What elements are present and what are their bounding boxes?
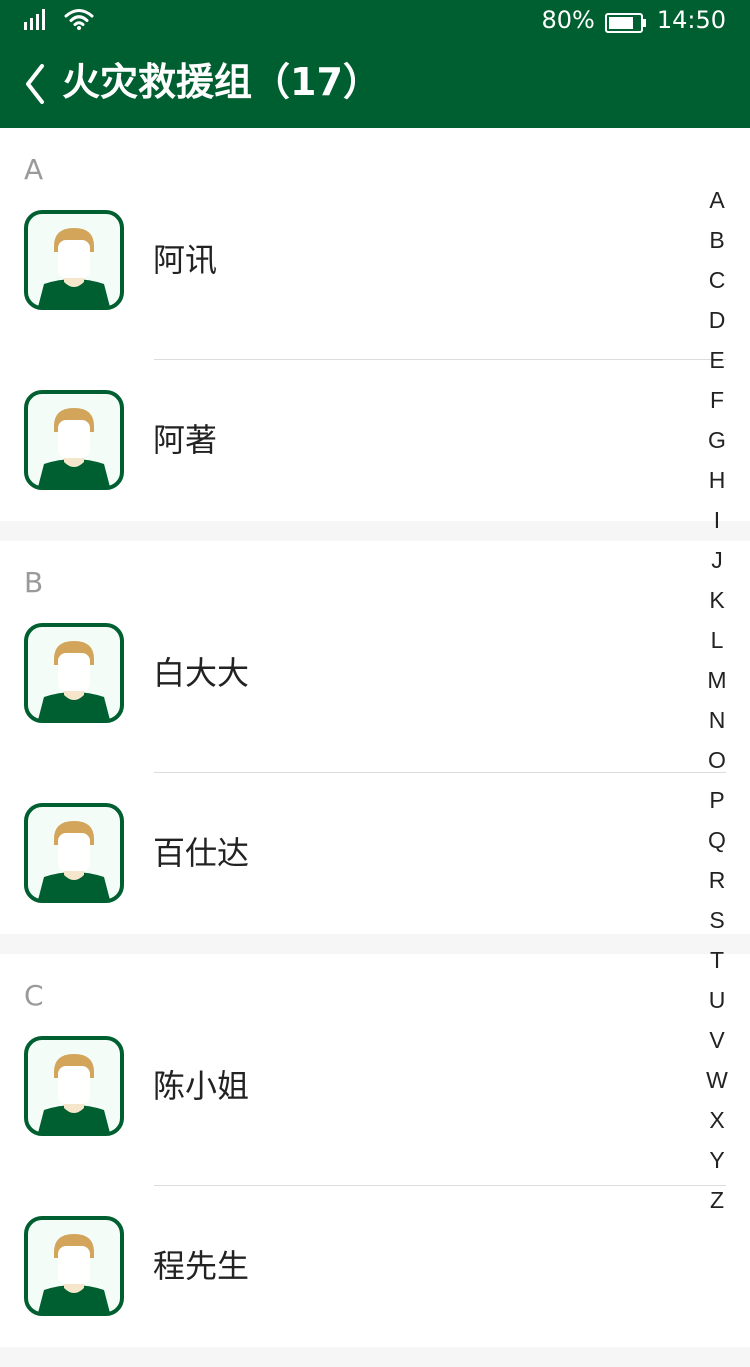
- status-right: 80% 14:50: [541, 5, 726, 35]
- contact-name: 程先生: [153, 1247, 250, 1285]
- index-letter-p[interactable]: P: [709, 780, 724, 820]
- index-letter-l[interactable]: L: [711, 620, 724, 660]
- index-letter-d[interactable]: D: [709, 300, 726, 340]
- index-letter-s[interactable]: S: [709, 900, 724, 940]
- index-letter-x[interactable]: X: [709, 1100, 724, 1140]
- index-letter-e[interactable]: E: [709, 340, 724, 380]
- index-letter-j[interactable]: J: [711, 540, 723, 580]
- battery-percent: 80%: [541, 6, 595, 34]
- avatar-icon: [24, 803, 124, 903]
- section-header: C: [0, 954, 750, 1026]
- section-header: B: [0, 541, 750, 613]
- index-letter-v[interactable]: V: [709, 1020, 724, 1060]
- contact-row[interactable]: 阿著: [0, 360, 750, 521]
- page-title: 火灾救援组（17）: [62, 60, 381, 104]
- index-letter-a[interactable]: A: [709, 180, 724, 220]
- signal-icon: [24, 9, 45, 30]
- index-letter-k[interactable]: K: [709, 580, 724, 620]
- avatar-icon: [24, 1036, 124, 1136]
- contact-list: A 阿讯 阿著 B 白大大 百仕达 C 陈小姐 程先生: [0, 128, 750, 1367]
- avatar-icon: [24, 623, 124, 723]
- section-b: B 白大大 百仕达: [0, 541, 750, 934]
- avatar-icon: [24, 210, 124, 310]
- index-letter-f[interactable]: F: [710, 380, 724, 420]
- section-c: C 陈小姐 程先生: [0, 954, 750, 1347]
- section-a: A 阿讯 阿著: [0, 128, 750, 521]
- index-letter-h[interactable]: H: [709, 460, 726, 500]
- index-letter-b[interactable]: B: [709, 220, 724, 260]
- section-header: A: [0, 128, 750, 200]
- section-letter: C: [24, 979, 44, 1012]
- alphabet-index: A B C D E F G H I J K L M N O P Q R S T …: [704, 180, 730, 1220]
- contact-name: 百仕达: [153, 834, 250, 872]
- index-letter-o[interactable]: O: [708, 740, 726, 780]
- nav-bar: 火灾救援组（17）: [0, 40, 750, 128]
- status-time: 14:50: [656, 6, 726, 34]
- index-letter-w[interactable]: W: [706, 1060, 728, 1100]
- contact-row[interactable]: 阿讯: [0, 200, 750, 360]
- contact-name: 陈小姐: [153, 1067, 250, 1105]
- index-letter-y[interactable]: Y: [709, 1140, 724, 1180]
- contact-row[interactable]: 白大大: [0, 613, 750, 773]
- contact-row[interactable]: 程先生: [0, 1186, 750, 1347]
- section-letter: B: [24, 566, 44, 599]
- index-letter-r[interactable]: R: [709, 860, 726, 900]
- contact-row[interactable]: 陈小姐: [0, 1026, 750, 1186]
- index-letter-z[interactable]: Z: [710, 1180, 724, 1220]
- contact-name: 阿著: [153, 421, 218, 459]
- contact-row[interactable]: 百仕达: [0, 773, 750, 934]
- index-letter-t[interactable]: T: [710, 940, 724, 980]
- app-header: 80% 14:50 火灾救援组（17）: [0, 0, 750, 128]
- contact-name: 阿讯: [153, 241, 218, 279]
- wifi-icon: [64, 9, 94, 30]
- status-left: [24, 8, 94, 30]
- section-letter: A: [24, 153, 44, 186]
- status-bar: 80% 14:50: [0, 0, 750, 40]
- index-letter-q[interactable]: Q: [708, 820, 726, 860]
- contact-name: 白大大: [153, 654, 250, 692]
- index-letter-n[interactable]: N: [709, 700, 726, 740]
- avatar-icon: [24, 390, 124, 490]
- index-letter-u[interactable]: U: [709, 980, 726, 1020]
- battery-icon: [604, 10, 647, 33]
- avatar-icon: [24, 1216, 124, 1316]
- index-letter-c[interactable]: C: [709, 260, 726, 300]
- index-letter-m[interactable]: M: [707, 660, 726, 700]
- index-letter-i[interactable]: I: [714, 500, 720, 540]
- index-letter-g[interactable]: G: [708, 420, 726, 460]
- back-arrow-icon[interactable]: [20, 60, 52, 108]
